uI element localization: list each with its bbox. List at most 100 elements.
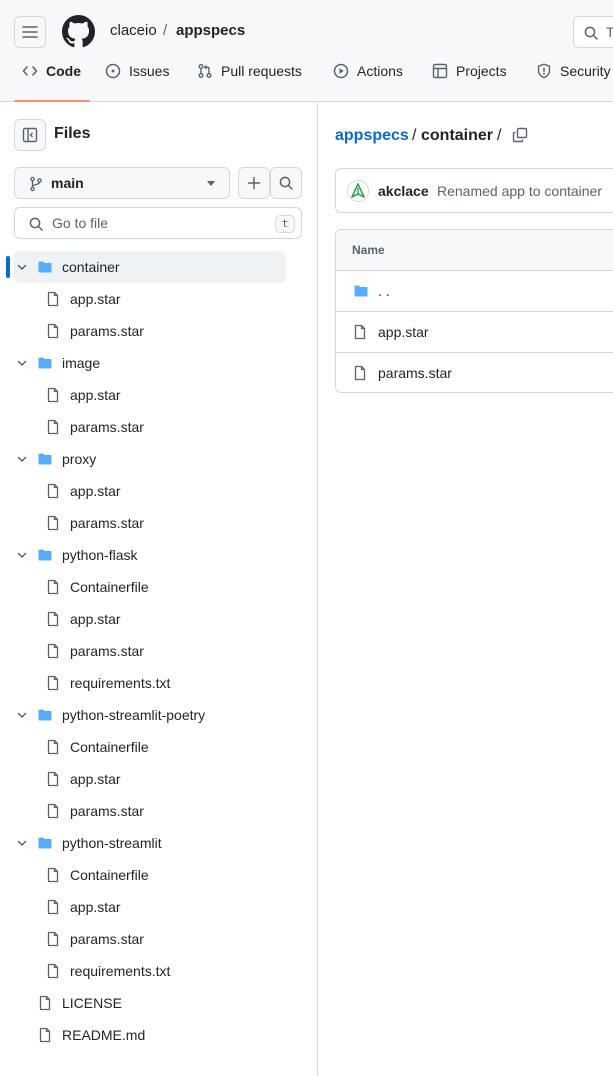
branch-name: main: [51, 175, 84, 191]
tab-code[interactable]: Code: [22, 62, 81, 96]
collapse-sidebar-button[interactable]: [14, 119, 46, 151]
folder-icon: [354, 285, 368, 297]
tree-item-folder[interactable]: proxy: [0, 443, 300, 475]
breadcrumb-separator: /: [497, 127, 502, 144]
row-name[interactable]: app.star: [378, 324, 429, 340]
tree-item-file[interactable]: app.star: [0, 891, 300, 923]
tree-item-folder[interactable]: python-flask: [0, 539, 300, 571]
search-placeholder: T: [606, 24, 613, 40]
tree-item-file[interactable]: params.star: [0, 635, 300, 667]
commit-author[interactable]: akclace: [378, 183, 429, 199]
file-icon: [47, 323, 59, 339]
tab-label: Code: [46, 63, 81, 79]
file-icon: [47, 771, 59, 787]
tree-item-file[interactable]: params.star: [0, 411, 300, 443]
tree-item-file[interactable]: app.star: [0, 763, 300, 795]
selected-row-highlight: [14, 251, 286, 283]
chevron-down-icon[interactable]: [16, 453, 28, 465]
tree-item-label: python-flask: [62, 547, 138, 563]
file-icon: [47, 803, 59, 819]
tree-item-folder[interactable]: image: [0, 347, 300, 379]
table-row[interactable]: . .: [336, 271, 613, 312]
tab-label: Security: [560, 63, 611, 79]
tree-item-label: params.star: [70, 931, 144, 947]
files-heading: Files: [54, 125, 91, 142]
table-row[interactable]: params.star: [336, 353, 613, 392]
search-icon: [584, 26, 598, 40]
tree-item-file[interactable]: requirements.txt: [0, 955, 300, 987]
branch-selector[interactable]: main: [14, 167, 230, 199]
tree-item-file[interactable]: Containerfile: [0, 571, 300, 603]
tree-item-file[interactable]: app.star: [0, 475, 300, 507]
tree-item-label: Containerfile: [70, 579, 149, 595]
file-icon: [47, 899, 59, 915]
file-icon: [47, 483, 59, 499]
breadcrumb-separator: /: [163, 22, 168, 39]
tree-item-file[interactable]: LICENSE: [0, 987, 300, 1019]
menu-button[interactable]: [14, 16, 46, 48]
global-search-input[interactable]: T: [573, 16, 613, 48]
tree-item-file[interactable]: app.star: [0, 283, 300, 315]
tree-item-folder[interactable]: container: [0, 251, 300, 283]
tab-projects[interactable]: Projects: [432, 62, 507, 96]
tree-item-file[interactable]: requirements.txt: [0, 667, 300, 699]
issue-opened-icon: [105, 63, 121, 79]
tree-item-label: app.star: [70, 771, 121, 787]
tree-item-folder[interactable]: python-streamlit: [0, 827, 300, 859]
tree-item-file[interactable]: app.star: [0, 379, 300, 411]
file-icon: [47, 931, 59, 947]
chevron-down-icon[interactable]: [16, 709, 28, 721]
selected-indicator: [6, 256, 10, 278]
avatar[interactable]: [347, 180, 369, 202]
tree-item-file[interactable]: Containerfile: [0, 731, 300, 763]
tree-item-label: LICENSE: [62, 995, 122, 1011]
add-file-button[interactable]: [238, 167, 270, 199]
tab-label: Issues: [129, 63, 170, 79]
tab-label: Pull requests: [221, 63, 302, 79]
search-files-button[interactable]: [270, 167, 302, 199]
tree-item-file[interactable]: Containerfile: [0, 859, 300, 891]
table-row[interactable]: app.star: [336, 312, 613, 353]
tree-item-label: Containerfile: [70, 867, 149, 883]
caret-down-icon: [207, 181, 215, 186]
repo-link[interactable]: appspecs: [176, 22, 245, 40]
tree-item-label: README.md: [62, 1027, 146, 1043]
row-name[interactable]: params.star: [378, 365, 452, 381]
tab-pull-requests[interactable]: Pull requests: [197, 62, 302, 96]
tab-issues[interactable]: Issues: [105, 62, 169, 96]
keyboard-shortcut-hint: t: [275, 215, 295, 233]
tree-item-label: proxy: [62, 451, 97, 467]
tree-item-label: python-streamlit: [62, 835, 162, 851]
tree-item-label: app.star: [70, 899, 121, 915]
tree-item-file[interactable]: README.md: [0, 1019, 300, 1051]
folder-icon: [38, 709, 52, 721]
tree-item-file[interactable]: app.star: [0, 603, 300, 635]
tab-security[interactable]: Security: [536, 62, 611, 96]
shield-icon: [537, 63, 551, 79]
tree-item-file[interactable]: params.star: [0, 507, 300, 539]
chevron-down-icon[interactable]: [16, 357, 28, 369]
tree-item-file[interactable]: params.star: [0, 795, 300, 827]
chevron-down-icon[interactable]: [16, 261, 28, 273]
go-to-file-placeholder: Go to file: [52, 215, 109, 231]
commit-message[interactable]: Renamed app to container: [437, 183, 602, 199]
file-icon: [47, 675, 59, 691]
file-icon: [47, 419, 59, 435]
go-to-file-input[interactable]: Go to file t: [14, 207, 302, 239]
tab-actions[interactable]: Actions: [333, 62, 403, 96]
tree-item-file[interactable]: params.star: [0, 923, 300, 955]
file-icon: [47, 739, 59, 755]
owner-link[interactable]: claceio: [110, 22, 157, 40]
tree-item-folder[interactable]: python-streamlit-poetry: [0, 699, 300, 731]
file-icon: [354, 365, 366, 381]
tree-item-file[interactable]: params.star: [0, 315, 300, 347]
breadcrumb-repo-link[interactable]: appspecs: [335, 127, 409, 145]
git-pull-request-icon: [198, 64, 212, 78]
chevron-down-icon[interactable]: [16, 549, 28, 561]
chevron-down-icon[interactable]: [16, 837, 28, 849]
copy-icon[interactable]: [512, 127, 528, 143]
github-logo-icon[interactable]: [62, 15, 95, 48]
file-icon: [47, 579, 59, 595]
tree-item-label: params.star: [70, 515, 144, 531]
row-name[interactable]: . .: [378, 283, 390, 299]
